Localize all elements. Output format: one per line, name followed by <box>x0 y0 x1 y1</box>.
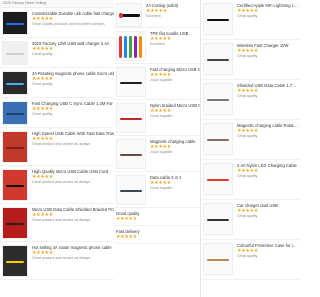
list-item[interactable]: Fast Charging USB C Sync Cable 1.2M For … <box>0 98 121 128</box>
list-item[interactable]: Hot selling 3A rotate magnetic phone cab… <box>0 242 121 280</box>
review-text: Great quality <box>237 174 258 179</box>
list-item[interactable]: Certified Apple MFi Lightning cable ★★★★★… <box>201 0 300 40</box>
list-item[interactable]: Shielded USB Data Cable 1.75 inch ★★★★★ Gr… <box>201 80 300 120</box>
review-text: Great product and service as always <box>32 218 91 223</box>
middle-review-column: 2A Cutting (usb3) ★★★★★ Excellent TPE fl… <box>114 0 210 297</box>
review-text: Great quality <box>237 254 258 259</box>
review-text: Excellent <box>146 14 161 19</box>
product-thumbnail <box>203 3 233 35</box>
list-item[interactable]: Fast charging Micro USB Cable 1m★★★★★Goo… <box>114 64 210 100</box>
list-item[interactable]: Customizable Durable usb cable fast char… <box>0 8 121 38</box>
left-section-header: 2020 Factory Direct Selling <box>0 0 121 8</box>
rating-stars: ★★★★★ <box>116 216 137 223</box>
middle-bottom-list: Good quality ★★★★★ Fast delivery ★★★★★ <box>114 208 210 244</box>
review-text: Great quality <box>32 82 53 87</box>
review-text: Great quality <box>237 54 258 59</box>
middle-second-item[interactable]: TPE flat noodle USB ★★★★★ Excellent <box>114 28 210 64</box>
list-item[interactable]: Car charger dual USB ★★★★★ Great quality <box>201 200 300 240</box>
product-thumbnail <box>116 103 146 133</box>
product-thumbnail <box>116 175 146 205</box>
list-item[interactable]: High Quality Micro USB Cable USB Cord ★★★… <box>0 166 121 204</box>
list-item[interactable]: Magnetic charging cable Rotating light★★… <box>201 120 300 160</box>
product-thumbnail <box>2 245 28 277</box>
review-text: Great quality <box>237 94 258 99</box>
list-item[interactable]: High Speed USB Cable With Fast Data Tran… <box>0 128 121 166</box>
product-thumbnail <box>203 163 233 195</box>
product-thumbnail <box>116 67 146 97</box>
list-item[interactable]: 3A Rotating magnetic phone cable micro u… <box>0 68 121 98</box>
left-product-list: Customizable Durable usb cable fast char… <box>0 8 121 280</box>
product-thumbnail <box>116 31 146 61</box>
product-thumbnail <box>2 71 28 95</box>
list-item[interactable]: Good quality ★★★★★ <box>114 208 210 226</box>
review-text: Great quality <box>237 214 258 219</box>
product-thumbnail <box>116 139 146 169</box>
list-item[interactable]: Magnetic charging cable ★★★★★ Good supplie… <box>114 136 210 172</box>
review-text: Great quality <box>32 52 53 57</box>
product-thumbnail <box>203 203 233 235</box>
list-item[interactable]: Nylon braided Micro USB Cable ★★★★★ Good s… <box>114 100 210 136</box>
product-thumbnail <box>2 207 28 239</box>
middle-top-item[interactable]: 2A Cutting (usb3) ★★★★★ Excellent <box>114 0 210 28</box>
product-thumbnail <box>203 43 233 75</box>
review-text: Great product and service as always <box>32 180 91 185</box>
list-item[interactable]: 2019 Factory 12W USB wall charger 2.4A ★★… <box>0 38 121 68</box>
middle-product-list: Fast charging Micro USB Cable 1m★★★★★Goo… <box>114 64 210 208</box>
product-thumbnail <box>203 123 233 155</box>
product-thumbnail <box>2 41 28 65</box>
review-text: Great Quality products and Excellent ser… <box>32 22 105 27</box>
list-item[interactable]: Data cable 3 in 1 ★★★★★ Good supplier <box>114 172 210 208</box>
review-text: Great quality <box>237 134 258 139</box>
list-item[interactable]: Micro USB Data Cable Shielded Braided Pr… <box>0 204 121 242</box>
right-review-column: Certified Apple MFi Lightning cable ★★★★★… <box>200 0 300 297</box>
product-thumbnail <box>2 169 28 201</box>
review-text: Great quality <box>32 112 53 117</box>
product-thumbnail <box>2 11 28 35</box>
rating-stars: ★★★★★ <box>116 234 137 241</box>
product-thumbnail <box>2 131 28 163</box>
review-text: Great product and service as always <box>32 256 91 261</box>
list-item[interactable]: 2.4A Nylon LED Charging Cable ★★★★★ Great … <box>201 160 300 200</box>
product-thumbnail <box>2 101 28 125</box>
left-review-column: 2020 Factory Direct Selling Customizable… <box>0 0 122 297</box>
review-text: Great quality <box>237 14 258 19</box>
product-thumbnail <box>203 243 233 275</box>
list-item[interactable]: Wireless Fast Charger 10W ★★★★★ Great qual… <box>201 40 300 80</box>
review-text: Great product and service as always <box>32 142 91 147</box>
product-thumbnail <box>116 3 142 27</box>
list-item[interactable]: Fast delivery ★★★★★ <box>114 226 210 244</box>
right-product-list: Certified Apple MFi Lightning cable ★★★★★… <box>201 0 300 280</box>
product-thumbnail <box>203 83 233 115</box>
list-item[interactable]: Colourful Protective Case for iWatch ★★★★… <box>201 240 300 280</box>
